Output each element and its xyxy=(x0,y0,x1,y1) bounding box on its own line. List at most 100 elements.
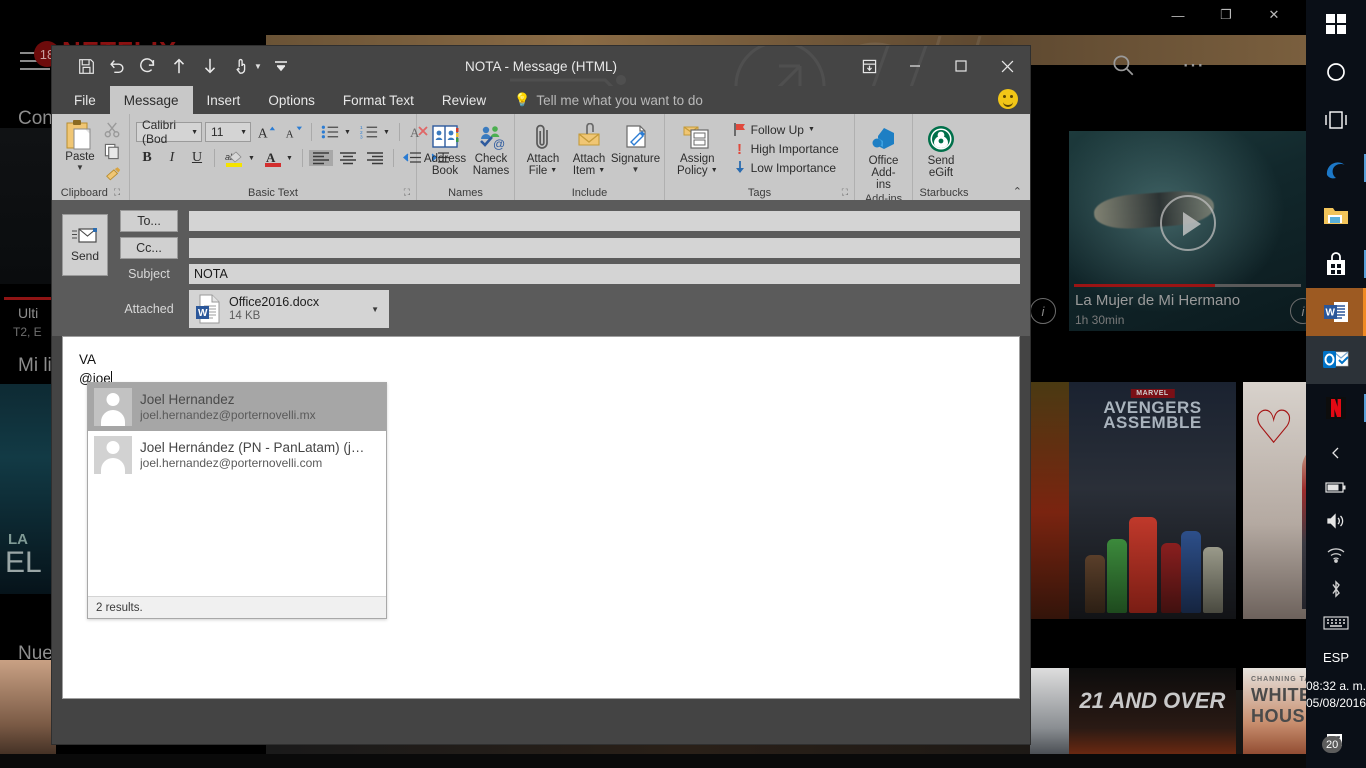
info-icon-left[interactable]: i xyxy=(1030,298,1056,324)
search-icon[interactable] xyxy=(1110,52,1136,78)
file-explorer-button[interactable] xyxy=(1306,192,1366,240)
send-egift-button[interactable]: Send eGift xyxy=(919,121,963,181)
redo-icon[interactable] xyxy=(134,53,162,79)
bold-button[interactable]: B xyxy=(136,149,158,167)
start-button[interactable] xyxy=(1306,0,1366,48)
outlook-button[interactable] xyxy=(1306,336,1366,384)
grow-font-button[interactable]: A xyxy=(254,122,278,142)
send-button[interactable]: Send xyxy=(62,214,108,276)
copy-button[interactable] xyxy=(104,141,122,161)
attachment-chip[interactable]: W Office2016.docx 14 KB ▼ xyxy=(189,290,389,328)
battery-status-button[interactable] xyxy=(1306,470,1366,504)
background-poster-car[interactable] xyxy=(1030,668,1070,768)
background-poster-love[interactable]: ♡ xyxy=(1243,382,1306,619)
signature-button[interactable]: Signature ▼ xyxy=(611,119,660,176)
follow-up-button[interactable]: Follow Up ▼ xyxy=(730,121,842,138)
to-button[interactable]: To... xyxy=(120,210,178,232)
bg-minimize-button[interactable]: — xyxy=(1168,5,1188,25)
background-poster-left-face[interactable] xyxy=(0,660,56,768)
tab-message[interactable]: Message xyxy=(109,86,193,114)
to-input[interactable] xyxy=(189,211,1020,231)
background-hero-tile[interactable]: La Mujer de Mi Hermano 1h 30min xyxy=(1069,131,1306,331)
assign-policy-caret[interactable]: ▼ xyxy=(711,165,718,177)
autocomplete-result-item[interactable]: Joel Hernandez joel.hernandez@porternove… xyxy=(88,383,386,431)
bg-close-button[interactable]: ✕ xyxy=(1264,5,1284,25)
tell-me-search[interactable]: 💡 Tell me what you want to do xyxy=(500,86,703,114)
basic-text-dialog-launcher[interactable]: ⛶ xyxy=(404,187,410,198)
background-poster-left-shark[interactable]: LA EL xyxy=(0,384,56,594)
attach-file-button[interactable]: Attach File ▼ xyxy=(521,119,565,179)
format-painter-button[interactable] xyxy=(104,163,122,183)
italic-button[interactable]: I xyxy=(161,149,183,167)
next-item-icon[interactable] xyxy=(196,53,224,79)
background-poster-redcar[interactable] xyxy=(1030,382,1070,619)
touch-mode-dropdown-caret[interactable]: ▼ xyxy=(254,62,262,71)
cc-button[interactable]: Cc... xyxy=(120,237,178,259)
edge-button[interactable] xyxy=(1306,144,1366,192)
bg-restore-button[interactable]: ❐ xyxy=(1216,5,1236,25)
microsoft-store-button[interactable] xyxy=(1306,240,1366,288)
bullets-button[interactable]: ▼ xyxy=(318,123,354,141)
autocomplete-result-item[interactable]: Joel Hernández (PN - PanLatam) (j… joel.… xyxy=(88,431,386,479)
align-right-button[interactable] xyxy=(363,150,387,166)
align-center-button[interactable] xyxy=(336,150,360,166)
tags-dialog-launcher[interactable]: ⛶ xyxy=(842,187,848,198)
network-button[interactable] xyxy=(1306,538,1366,572)
highlight-color-button[interactable]: ab ▼ xyxy=(221,148,258,169)
signature-caret[interactable]: ▼ xyxy=(632,166,640,174)
ribbon-display-options-button[interactable] xyxy=(846,46,892,86)
subject-input[interactable] xyxy=(189,264,1020,284)
maximize-button[interactable] xyxy=(938,46,984,86)
word-button[interactable]: W xyxy=(1306,288,1366,336)
show-hidden-icons-button[interactable] xyxy=(1306,436,1366,470)
tab-review[interactable]: Review xyxy=(428,86,500,114)
font-color-caret[interactable]: ▼ xyxy=(286,155,293,162)
tab-insert[interactable]: Insert xyxy=(193,86,255,114)
outlook-titlebar[interactable]: ▼ NOTA - Message (HTML) xyxy=(52,46,1030,86)
align-left-button[interactable] xyxy=(308,150,333,166)
paste-button[interactable]: Paste ▼ xyxy=(58,119,102,172)
clipboard-dialog-launcher[interactable]: ⛶ xyxy=(114,187,120,198)
cut-button[interactable] xyxy=(104,119,122,139)
clock[interactable]: 08:32 a. m. 05/08/2016 xyxy=(1306,674,1366,712)
task-view-button[interactable] xyxy=(1306,96,1366,144)
assign-policy-button[interactable]: Assign Policy ▼ xyxy=(671,119,724,179)
tab-options[interactable]: Options xyxy=(254,86,329,114)
low-importance-button[interactable]: Low Importance xyxy=(730,159,842,176)
tab-format-text[interactable]: Format Text xyxy=(329,86,428,114)
tab-file[interactable]: File xyxy=(60,86,110,114)
attach-item-caret[interactable]: ▼ xyxy=(598,165,605,177)
close-button[interactable] xyxy=(984,46,1030,86)
highlight-caret[interactable]: ▼ xyxy=(248,155,255,162)
collapse-ribbon-button[interactable]: ⌃ xyxy=(1013,185,1022,198)
background-poster-whitehouse[interactable]: CHANNING TATUM WHITE HOUSE xyxy=(1243,668,1306,768)
volume-button[interactable] xyxy=(1306,504,1366,538)
follow-up-caret[interactable]: ▼ xyxy=(808,126,815,133)
touch-keyboard-button[interactable] xyxy=(1306,606,1366,640)
attach-item-button[interactable]: Attach Item ▼ xyxy=(567,119,611,179)
mention-autocomplete-popup[interactable]: Joel Hernandez joel.hernandez@porternove… xyxy=(87,382,387,619)
font-size-selector[interactable]: 11 ▼ xyxy=(205,122,251,142)
smiley-feedback-icon[interactable] xyxy=(998,89,1018,109)
cortana-button[interactable] xyxy=(1306,48,1366,96)
more-dots-icon[interactable]: ⋯ xyxy=(1182,52,1206,78)
paste-dropdown-caret[interactable]: ▼ xyxy=(76,164,84,172)
customize-qat-icon[interactable] xyxy=(267,53,295,79)
background-poster-left-dark[interactable] xyxy=(0,128,56,284)
touch-mode-icon[interactable] xyxy=(227,53,255,79)
attach-file-caret[interactable]: ▼ xyxy=(550,165,557,177)
shrink-font-button[interactable]: A xyxy=(281,122,305,142)
minimize-button[interactable] xyxy=(892,46,938,86)
message-body[interactable]: VA @joe Joel Hernandez joel.hernandez@po… xyxy=(62,336,1020,699)
netflix-button[interactable] xyxy=(1306,384,1366,432)
high-importance-button[interactable]: ! High Importance xyxy=(730,140,842,157)
font-name-selector[interactable]: Calibri (Bod ▼ xyxy=(136,118,202,146)
attachment-dropdown-caret[interactable]: ▼ xyxy=(371,305,379,314)
undo-icon[interactable] xyxy=(103,53,131,79)
address-book-button[interactable]: Address Book xyxy=(423,119,467,179)
bluetooth-button[interactable] xyxy=(1306,572,1366,606)
quick-access-toolbar[interactable]: ▼ xyxy=(52,53,295,79)
cc-input[interactable] xyxy=(189,238,1020,258)
save-icon[interactable] xyxy=(72,53,100,79)
numbering-button[interactable]: 123 ▼ xyxy=(357,123,393,141)
